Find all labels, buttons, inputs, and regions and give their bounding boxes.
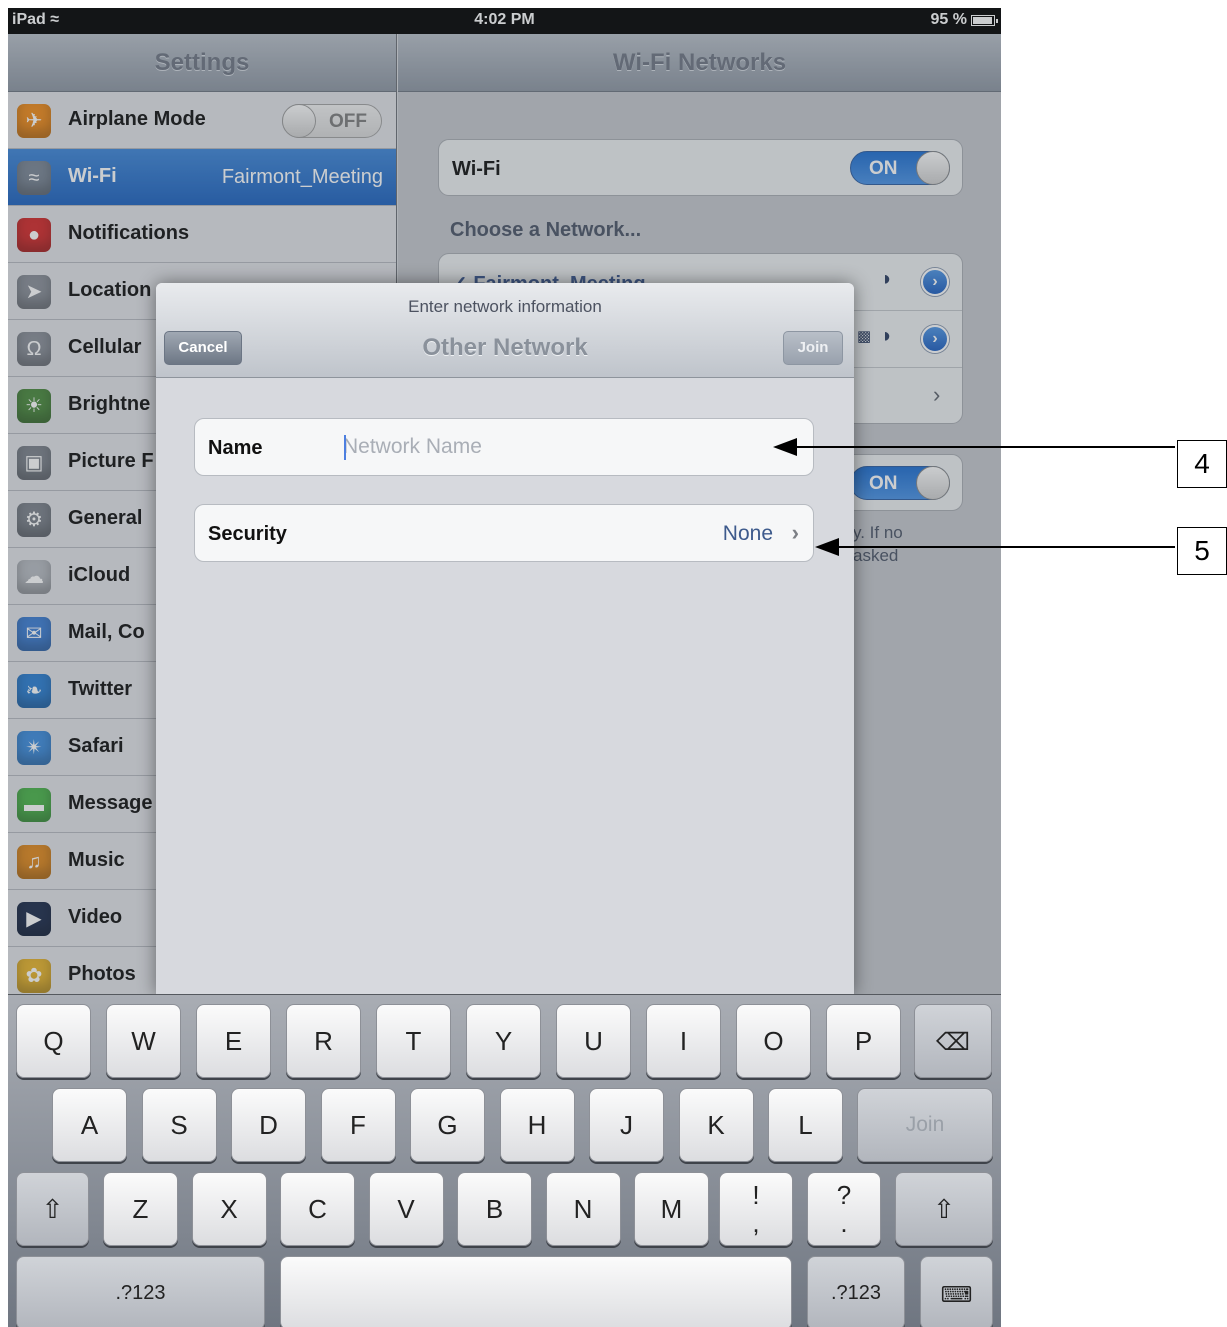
network-name-input[interactable] [343,429,783,465]
security-label: Security [208,523,287,545]
callout-line-5 [838,546,1175,548]
chevron-right-icon: › [791,520,799,545]
key-q[interactable]: Q [16,1004,91,1078]
sheet-prompt: Enter network information [408,297,602,316]
key-r[interactable]: R [286,1004,361,1078]
key-n[interactable]: N [545,1172,621,1246]
callout-arrow-4 [773,438,797,456]
key-c[interactable]: C [280,1172,355,1246]
shift-key[interactable]: ⇧ [16,1172,89,1246]
security-value: None [722,522,773,545]
key-u[interactable]: U [556,1004,631,1078]
name-label: Name [208,437,263,459]
hide-keyboard-key[interactable]: ⌨ [920,1256,993,1327]
key-w[interactable]: W [106,1004,181,1078]
sheet-header: Enter network information Other Network … [156,283,854,378]
key-g[interactable]: G [410,1088,485,1162]
key-o[interactable]: O [736,1004,811,1078]
key-e[interactable]: E [196,1004,271,1078]
callout-line-4 [797,446,1175,448]
numbers-key-right[interactable]: .?123 [807,1256,905,1327]
shift-icon: ⇧ [933,1194,955,1224]
key-b[interactable]: B [457,1172,532,1246]
callout-arrow-5 [815,538,839,556]
key-s[interactable]: S [141,1088,217,1162]
key-v[interactable]: V [368,1172,444,1246]
key-p[interactable]: P [826,1004,901,1078]
sheet-title: Other Network [422,334,588,361]
callout-label-5: 5 [1177,527,1227,575]
key-z[interactable]: Z [103,1172,178,1246]
cancel-button[interactable]: Cancel [164,331,242,365]
key-x[interactable]: X [191,1172,267,1246]
backspace-key[interactable]: ⌫ [914,1004,992,1078]
key-j[interactable]: J [589,1088,664,1162]
exclaim-comma-key[interactable]: !, [719,1172,793,1246]
key-k[interactable]: K [678,1088,754,1162]
security-row[interactable]: Security None › [194,504,814,562]
on-screen-keyboard: Q W E R T Y U I O P ⌫ A S D F G H J K L Join ⇧ Z X C V B N M!,?. ⇧ .?1… [8,994,1001,1327]
key-l[interactable]: L [768,1088,843,1162]
join-button[interactable]: Join [783,331,843,365]
key-i[interactable]: I [646,1004,721,1078]
key-h[interactable]: H [499,1088,575,1162]
name-field-row[interactable]: Name [194,418,814,476]
callout-label-4: 4 [1177,440,1227,488]
text-caret [344,435,346,460]
backspace-icon: ⌫ [936,1029,970,1056]
ipad-screen: iPad ≈ 4:02 PM 95 % Settings ✈ Airplane M… [8,8,1001,1327]
key-y[interactable]: Y [466,1004,541,1078]
key-t[interactable]: T [376,1004,451,1078]
shift-icon: ⇧ [41,1194,64,1224]
key-m[interactable]: M [634,1172,709,1246]
key-d[interactable]: D [231,1088,306,1162]
key-f[interactable]: F [320,1088,396,1162]
hide-keyboard-icon: ⌨ [940,1282,973,1307]
shift-key-right[interactable]: ⇧ [895,1172,993,1246]
numbers-key-left[interactable]: .?123 [16,1256,265,1327]
join-key[interactable]: Join [857,1088,993,1162]
space-bar[interactable] [280,1256,792,1327]
key-a[interactable]: A [52,1088,127,1162]
other-network-sheet: Enter network information Other Network … [156,283,854,995]
question-period-key[interactable]: ?. [807,1172,881,1246]
